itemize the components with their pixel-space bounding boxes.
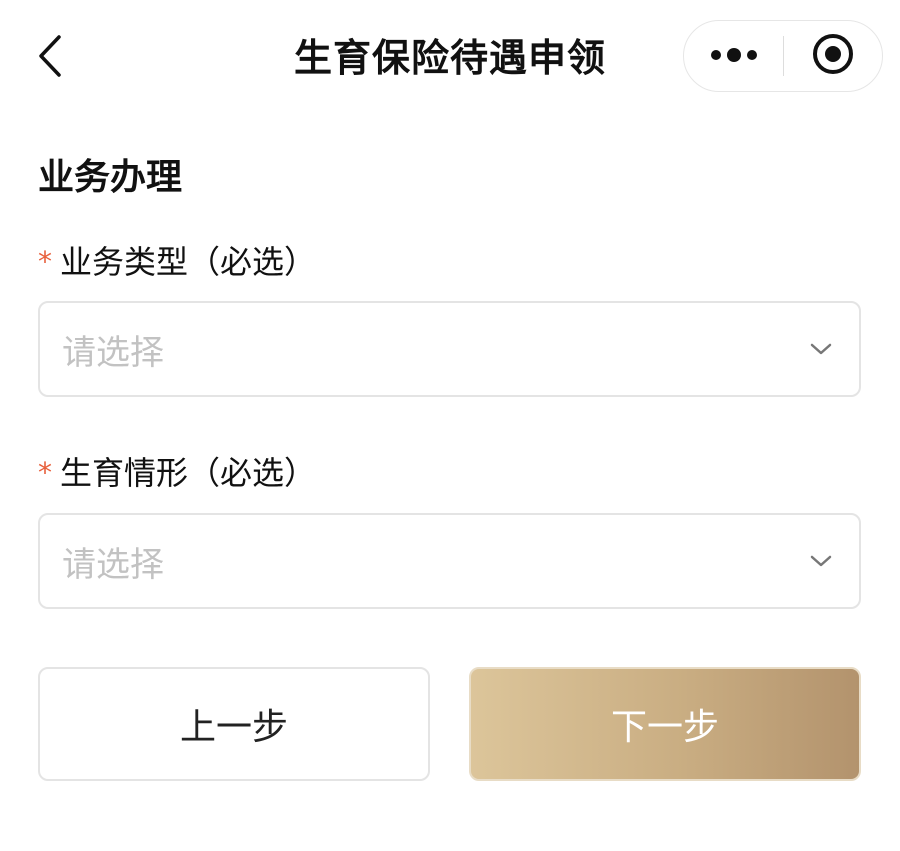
birth-situation-placeholder: 请选择	[62, 544, 164, 585]
more-dots-icon	[710, 47, 757, 66]
mini-program-capsule	[683, 20, 883, 92]
previous-step-label: 上一步	[179, 707, 288, 748]
next-step-button[interactable]: 下一步	[469, 667, 861, 781]
section-title: 业务办理	[38, 157, 183, 198]
required-mark: *	[38, 245, 52, 278]
birth-situation-label-text: 生育情形（必选）	[60, 454, 317, 492]
next-step-label: 下一步	[610, 707, 719, 748]
business-type-label: * 业务类型（必选）	[38, 238, 316, 286]
previous-step-button[interactable]: 上一步	[38, 667, 430, 781]
chevron-down-icon	[809, 337, 833, 361]
close-button[interactable]	[784, 20, 882, 92]
required-mark: *	[38, 456, 52, 489]
target-circle-icon	[812, 33, 854, 79]
more-button[interactable]	[684, 20, 783, 92]
business-type-placeholder: 请选择	[62, 332, 164, 373]
chevron-down-icon	[809, 549, 833, 573]
birth-situation-label: * 生育情形（必选）	[38, 449, 316, 497]
business-type-label-text: 业务类型（必选）	[60, 243, 317, 281]
birth-situation-select[interactable]: 请选择	[38, 513, 861, 609]
navigation-bar: 生育保险待遇申领	[0, 0, 900, 118]
business-type-select[interactable]: 请选择	[38, 301, 861, 397]
